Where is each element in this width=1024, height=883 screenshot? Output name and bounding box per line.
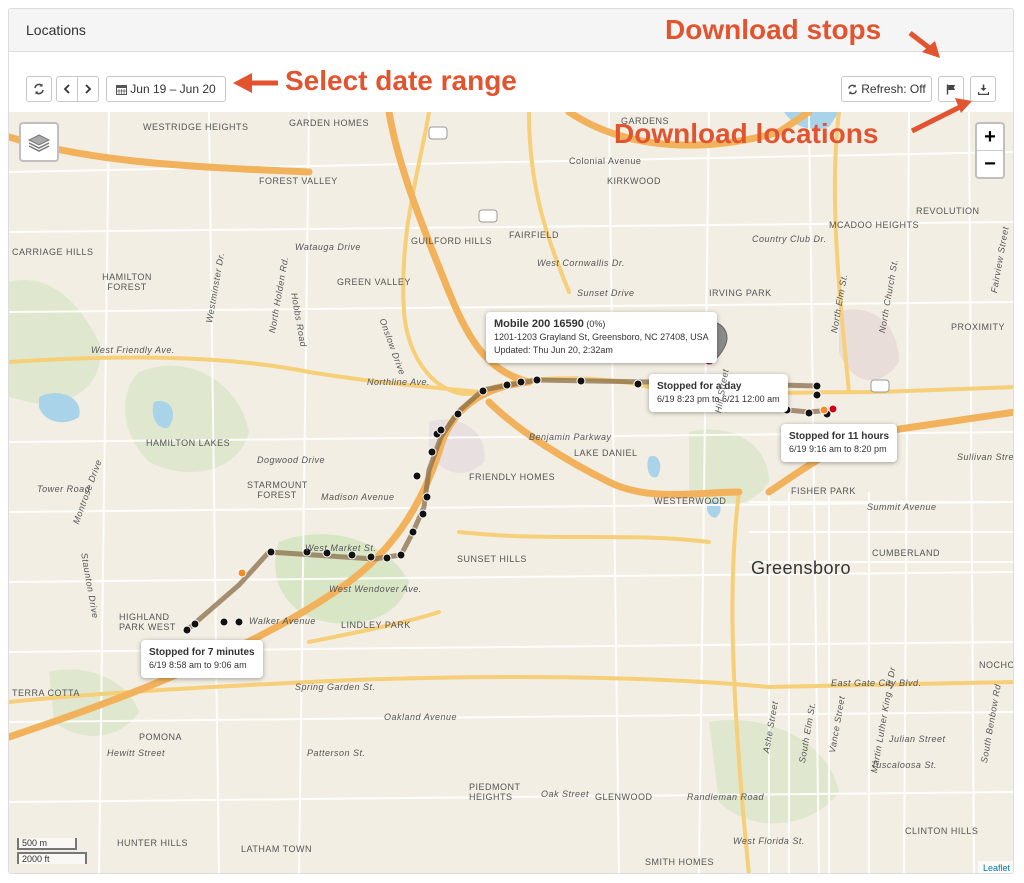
- annotation-download-locations: Download locations: [614, 118, 879, 149]
- download-stops-button[interactable]: [938, 76, 964, 102]
- refresh-icon: [848, 83, 858, 95]
- zoom-out-button[interactable]: −: [977, 151, 1003, 177]
- reload-button[interactable]: [26, 76, 52, 102]
- map-label: Julian Street: [889, 734, 946, 744]
- chevron-right-icon: [85, 84, 92, 94]
- layers-icon: [27, 134, 51, 152]
- map-label: STARMOUNT FOREST: [247, 480, 308, 500]
- map-label: SUNSET HILLS: [457, 554, 527, 564]
- map-label: TERRA COTTA: [12, 688, 80, 698]
- calendar-icon: [116, 84, 128, 95]
- layers-button[interactable]: [19, 122, 59, 162]
- flag-icon: [946, 84, 955, 94]
- download-locations-button[interactable]: [970, 76, 996, 102]
- map-label: PROXIMITY: [951, 322, 1006, 332]
- map-label: Benjamin Parkway: [529, 432, 612, 442]
- map-label: Patterson St.: [307, 748, 366, 758]
- map-label: HUNTER HILLS: [117, 838, 189, 848]
- popup-title: Stopped for 11 hours: [789, 431, 890, 442]
- map-label: FRIENDLY HOMES: [469, 472, 556, 482]
- map-label: NOCHO: [979, 660, 1014, 670]
- popup-updated: Updated: Thu Jun 20, 2:32am: [494, 345, 613, 355]
- map-label: HIGHLAND PARK WEST: [119, 612, 176, 632]
- map-label: Colonial Avenue: [569, 156, 642, 166]
- map-label: GLENWOOD: [595, 792, 653, 802]
- map-label: Summit Avenue: [867, 502, 937, 512]
- map-label: Country Club Dr.: [752, 234, 827, 244]
- map-label: FOREST VALLEY: [259, 176, 338, 186]
- map-label: Oak Street: [541, 789, 590, 799]
- map-label: WESTERWOOD: [654, 496, 727, 506]
- stop-popup-minutes: Stopped for 7 minutes 6/19 8:58 am to 9:…: [141, 640, 263, 678]
- map-label: West Market St.: [305, 543, 377, 553]
- date-range-label: Jun 19 – Jun 20: [130, 82, 216, 96]
- map-label: LATHAM TOWN: [241, 844, 313, 854]
- map-label: GREEN VALLEY: [337, 277, 411, 287]
- map-label: CARRIAGE HILLS: [12, 247, 94, 257]
- map-label: SMITH HOMES: [645, 857, 715, 867]
- annotation-download-stops: Download stops: [665, 14, 882, 45]
- zoom-in-button[interactable]: +: [977, 124, 1003, 151]
- map-label: HAMILTON LAKES: [146, 438, 231, 448]
- map-label: KIRKWOOD: [607, 176, 662, 186]
- map[interactable]: WESTRIDGE HEIGHTS GARDEN HOMES GARDENS C…: [9, 112, 1014, 873]
- map-label: Sunset Drive: [577, 288, 635, 298]
- refresh-label: Refresh: Off: [861, 82, 926, 96]
- scale-metric: 500 m: [17, 838, 77, 850]
- map-label: GUILFORD HILLS: [411, 236, 493, 246]
- popup-address: 1201-1203 Grayland St, Greensboro, NC 27…: [494, 332, 709, 342]
- refresh-icon: [34, 83, 44, 95]
- scale-imperial: 2000 ft: [17, 852, 87, 864]
- map-label: West Friendly Ave.: [91, 345, 175, 355]
- current-location-popup: Mobile 200 16590 (0%) 1201-1203 Grayland…: [486, 312, 717, 363]
- map-label: Madison Avenue: [321, 492, 395, 502]
- previous-button[interactable]: [56, 76, 78, 102]
- map-label: WESTRIDGE HEIGHTS: [143, 122, 249, 132]
- leaflet-attribution-link[interactable]: Leaflet: [977, 861, 1013, 873]
- map-label: LAKE DANIEL: [574, 448, 638, 458]
- map-label: Oakland Avenue: [384, 712, 458, 722]
- map-label: CUMBERLAND: [872, 548, 941, 558]
- map-label: Walker Avenue: [249, 616, 316, 626]
- stop-popup-hours: Stopped for 11 hours 6/19 9:16 am to 8:2…: [781, 424, 898, 462]
- chevron-left-icon: [63, 84, 70, 94]
- panel-title: Locations: [26, 22, 86, 38]
- zoom-control: + −: [975, 122, 1005, 179]
- popup-percent: (0%): [586, 319, 606, 329]
- map-label: GARDEN HOMES: [289, 118, 370, 128]
- popup-title: Stopped for a day: [657, 381, 742, 392]
- map-label: Sullivan Street: [957, 452, 1014, 462]
- city-label: Greensboro: [751, 558, 852, 578]
- date-range-button[interactable]: Jun 19 – Jun 20: [106, 76, 226, 102]
- map-label: Dogwood Drive: [257, 455, 326, 465]
- map-label: REVOLUTION: [916, 206, 980, 216]
- map-label: LINDLEY PARK: [341, 620, 411, 630]
- refresh-toggle-button[interactable]: Refresh: Off: [841, 76, 932, 102]
- map-label: West Cornwallis Dr.: [537, 258, 626, 268]
- map-label: FISHER PARK: [791, 486, 856, 496]
- map-label: IRVING PARK: [709, 288, 772, 298]
- map-label: POMONA: [139, 732, 183, 742]
- map-label: Watauga Drive: [295, 242, 361, 252]
- map-label: MCADOO HEIGHTS: [829, 220, 920, 230]
- next-button[interactable]: [77, 76, 99, 102]
- map-label: West Wendover Ave.: [329, 584, 422, 594]
- map-label: Northline Ave.: [367, 377, 431, 387]
- popup-range: 6/19 8:58 am to 9:06 am: [149, 660, 247, 670]
- annotation-select-date-range: Select date range: [285, 65, 517, 96]
- map-label: PIEDMONT HEIGHTS: [469, 782, 521, 802]
- map-label: Randleman Road: [687, 792, 765, 802]
- map-label: FAIRFIELD: [509, 230, 560, 240]
- download-icon: [977, 84, 989, 95]
- popup-range: 6/19 9:16 am to 8:20 pm: [789, 444, 887, 454]
- map-label: HAMILTON FOREST: [102, 272, 152, 292]
- map-label: CLINTON HILLS: [905, 826, 979, 836]
- map-label: East Gate City Blvd.: [831, 678, 922, 688]
- map-label: Hewitt Street: [107, 748, 166, 758]
- popup-title: Mobile 200 16590: [494, 318, 584, 330]
- popup-title: Stopped for 7 minutes: [149, 647, 255, 658]
- map-label: West Florida St.: [733, 836, 805, 846]
- map-label: Spring Garden St.: [295, 682, 376, 692]
